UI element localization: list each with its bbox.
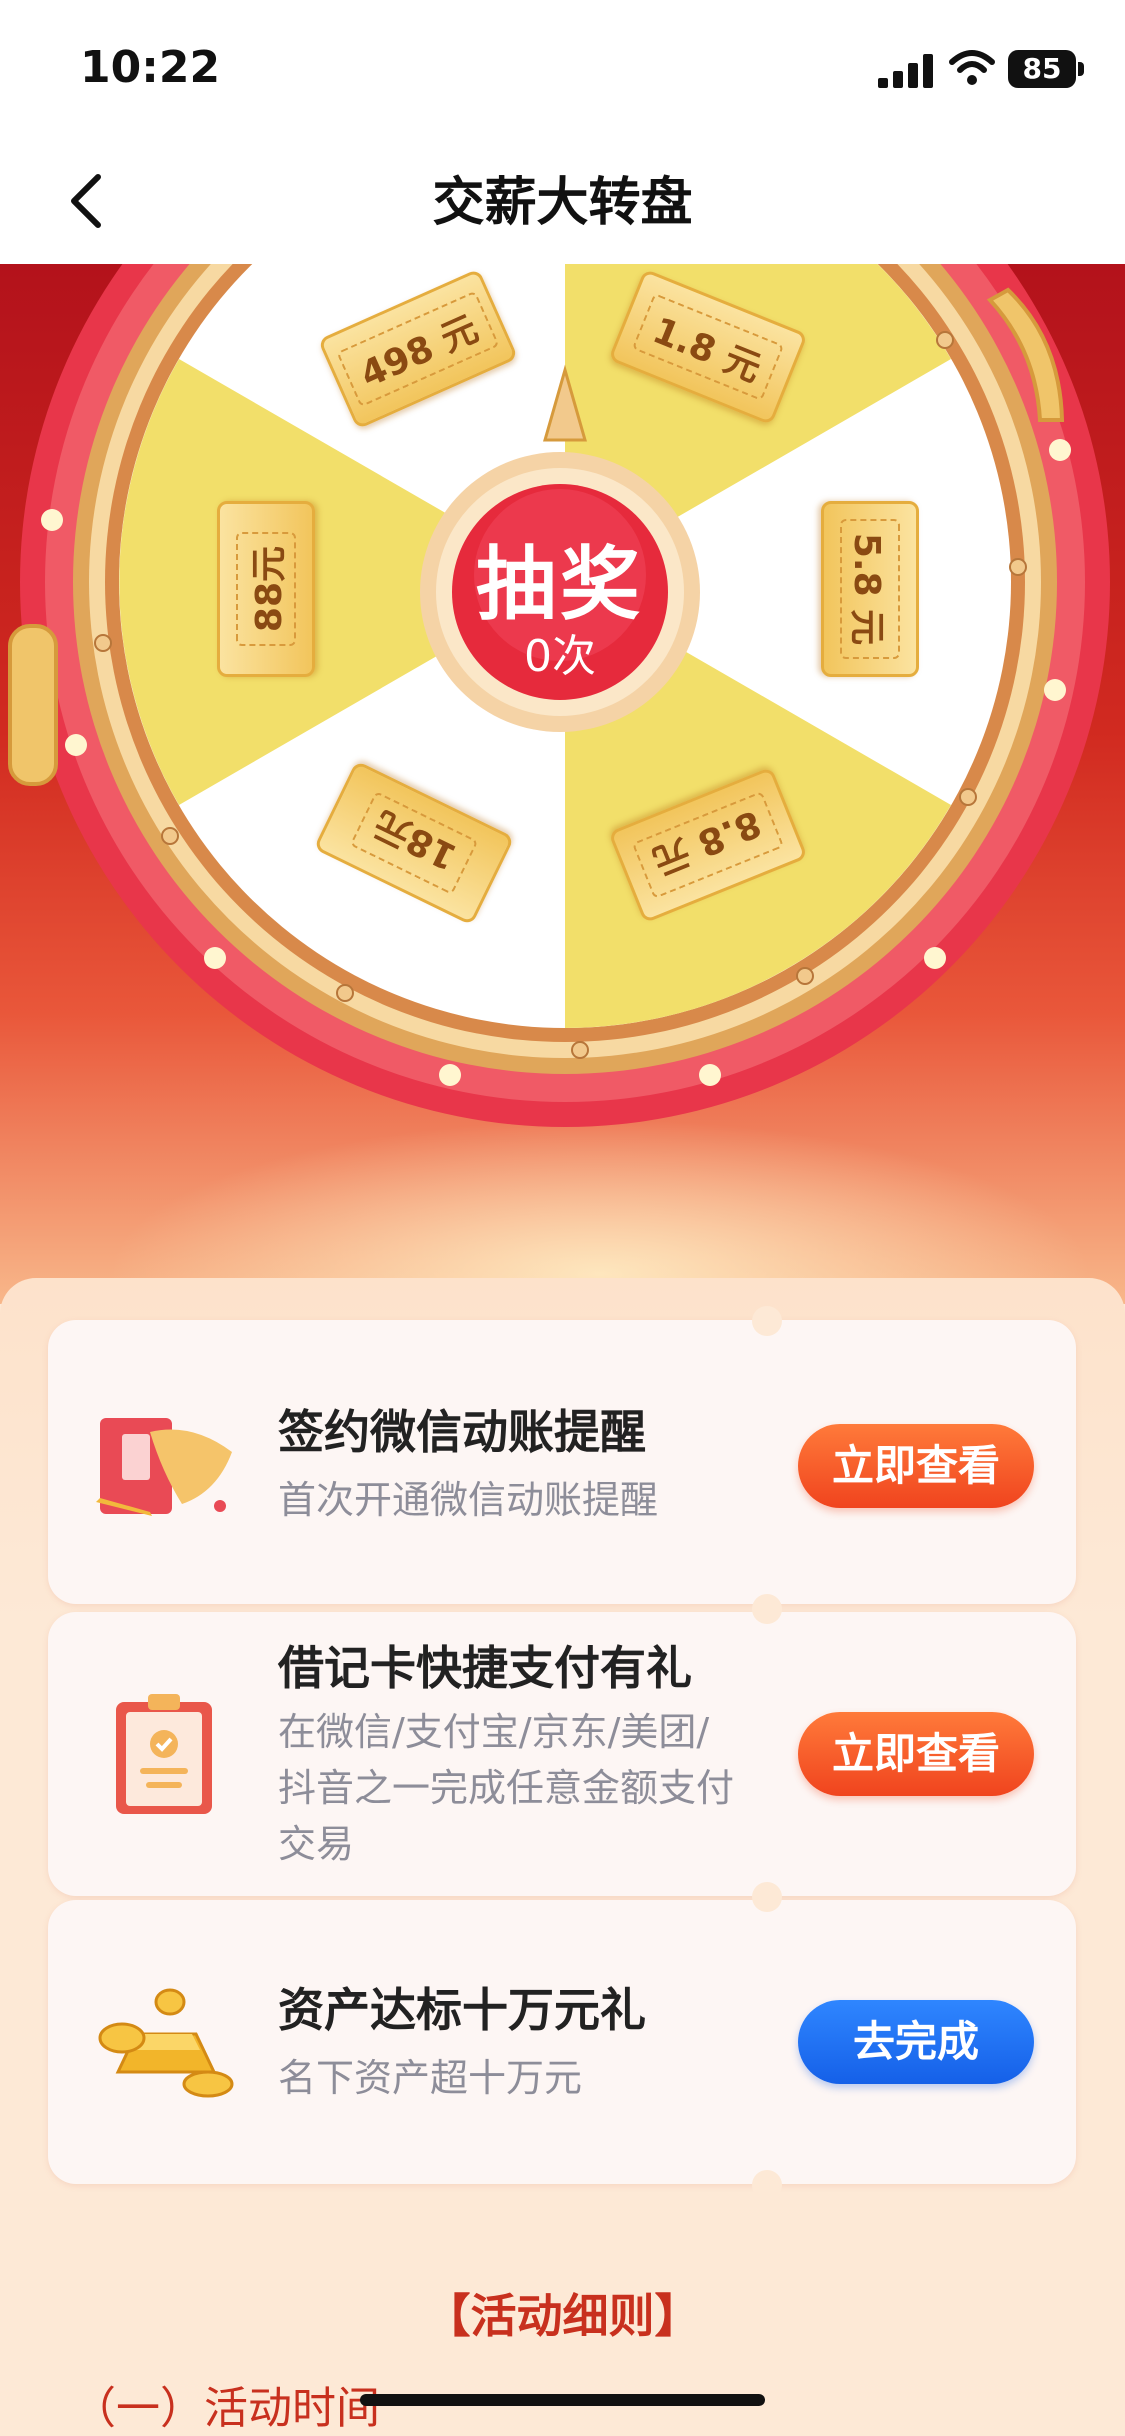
card-notch [752,2170,782,2200]
task-description: 名下资产超十万元 [278,2056,583,2100]
draw-label: 抽奖 [476,538,644,631]
rules-item: （一）活动时间 [72,2383,380,2434]
battery-tip [1078,62,1084,76]
prize-label: 88元 [236,531,296,647]
task-description-line: 交易 [278,1822,355,1866]
task-title: 签约微信动账提醒 [278,1405,646,1459]
card-icon [96,1418,232,1516]
task-description-line: 抖音之一完成任意金额支付 [278,1766,735,1810]
clipboard-icon [116,1694,212,1814]
task-title: 资产达标十万元礼 [278,1983,646,2037]
signal-icon [878,54,933,88]
task-title: 借记卡快捷支付有礼 [278,1641,692,1695]
page-title: 交薪大转盘 [432,173,693,233]
card-notch [752,1594,782,1624]
wifi-icon [949,50,995,85]
task-description: 首次开通微信动账提醒 [278,1478,659,1522]
battery-icon: 85 [1008,50,1076,88]
gold-ingots-icon [98,1988,234,2098]
prize-label: 5.8 元 [840,518,900,660]
card-notch [752,1306,782,1336]
rules-title: 【活动细则】 [424,2289,701,2343]
view-now-button[interactable]: 立即查看 [798,1712,1034,1796]
prize-wheel [8,264,1110,1127]
prize-ticket: 88元 [217,501,315,677]
home-indicator [360,2394,765,2406]
draw-count: 0次 [524,631,596,682]
status-time: 10:22 [80,42,221,93]
prize-ticket: 5.8 元 [821,501,919,677]
task-description-line: 在微信/支付宝/京东/美团/ [278,1710,710,1754]
view-now-button[interactable]: 立即查看 [798,1424,1034,1508]
go-complete-button[interactable]: 去完成 [798,2000,1034,2084]
card-notch [752,1882,782,1912]
